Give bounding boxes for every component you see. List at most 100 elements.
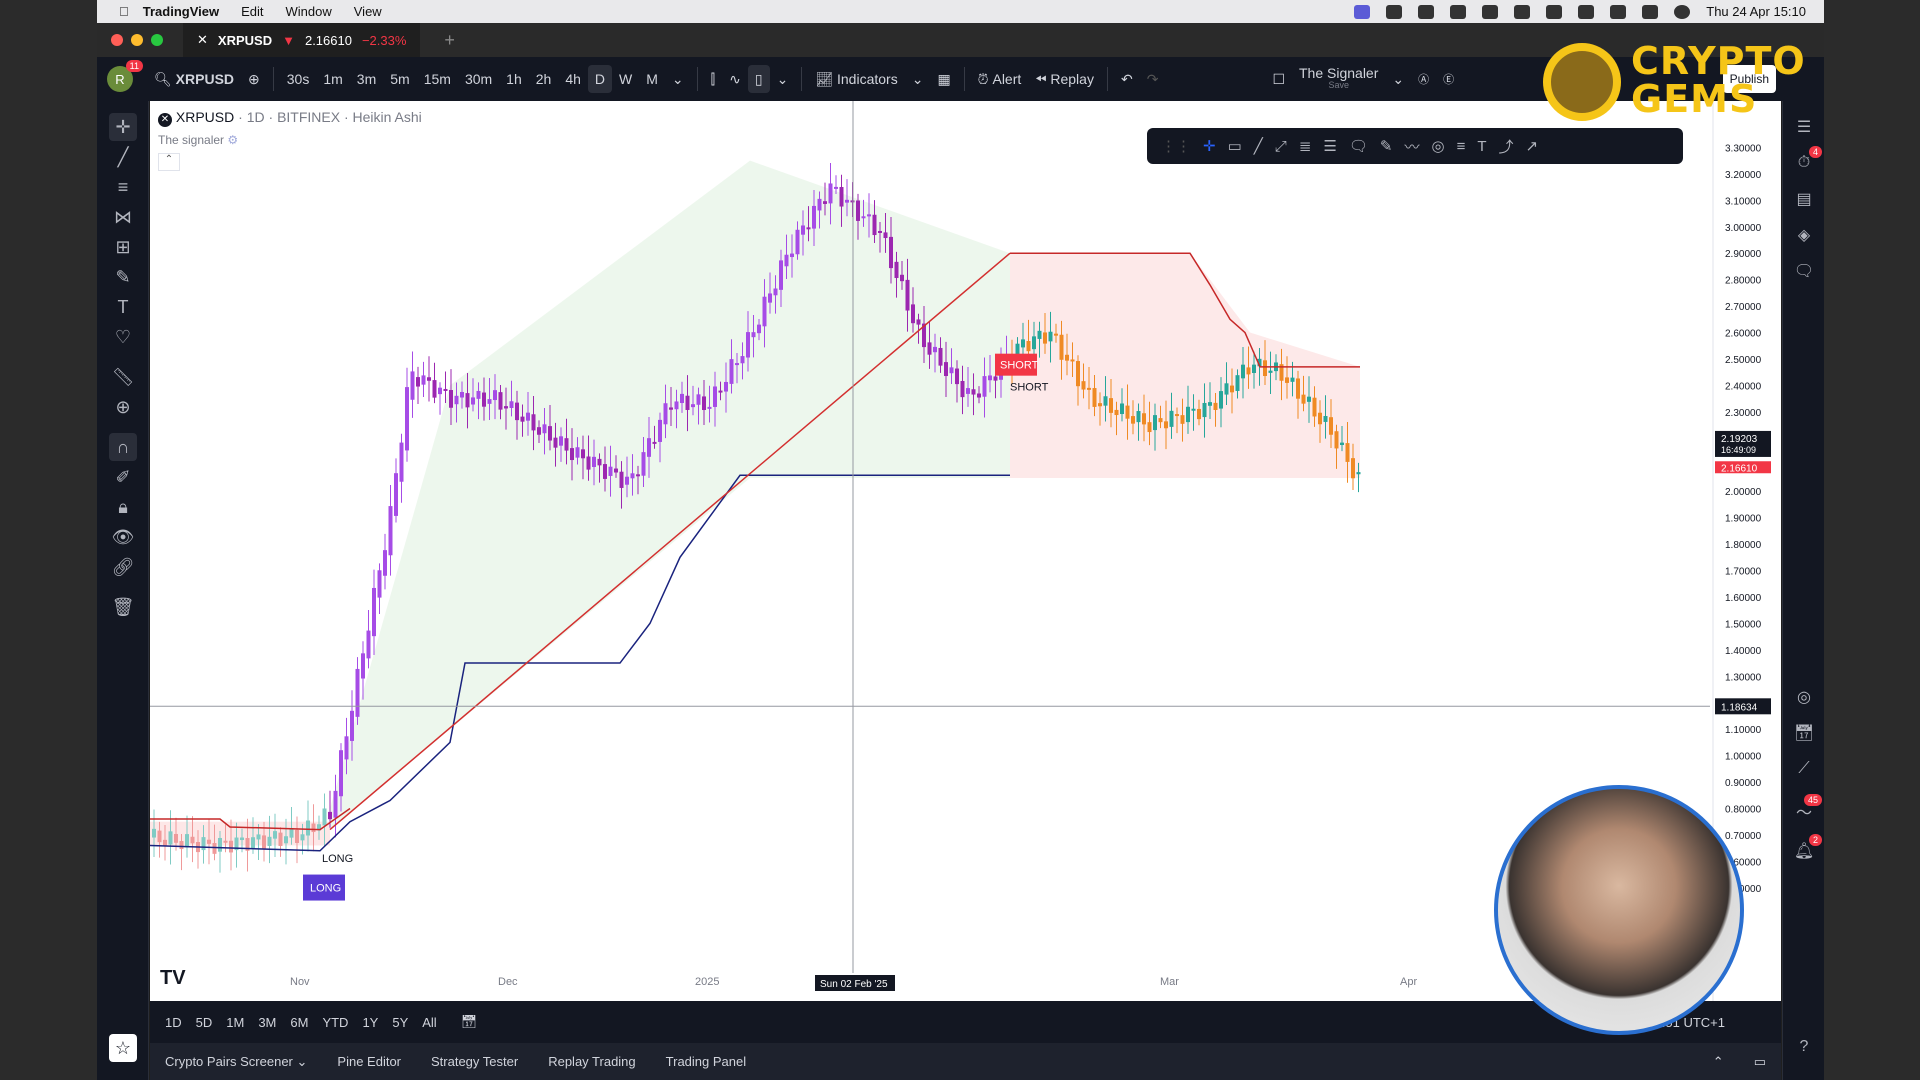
chat-icon[interactable]: 🗨︎	[1792, 259, 1816, 283]
line-chart-icon[interactable]: ∿	[722, 65, 748, 93]
calendar-icon[interactable]: 📅︎	[1792, 721, 1816, 745]
link-icon[interactable]: 🔗︎	[109, 553, 137, 581]
close-legend-icon[interactable]: ✕	[158, 113, 172, 127]
screen-share-icon[interactable]	[1354, 4, 1371, 19]
drag-handle-icon[interactable]: ⋮⋮	[1161, 137, 1191, 155]
volume-icon[interactable]	[1450, 4, 1467, 19]
chart-type-dropdown-icon[interactable]: ⌄	[770, 65, 796, 93]
callout-icon[interactable]: 🗨︎	[1349, 137, 1368, 155]
trendline-icon[interactable]: ╱	[109, 143, 137, 171]
control-center-icon[interactable]	[1642, 4, 1659, 19]
clock[interactable]: Thu 24 Apr 15:10	[1706, 4, 1806, 19]
interval-3m[interactable]: 3m	[350, 65, 383, 93]
interval-15m[interactable]: 15m	[417, 65, 458, 93]
layout-name-button[interactable]: The Signaler Save	[1292, 65, 1385, 93]
range-1m[interactable]: 1M	[219, 1015, 251, 1030]
range-6m[interactable]: 6M	[283, 1015, 315, 1030]
tab-trading-panel[interactable]: Trading Panel	[651, 1054, 761, 1069]
watchlist-star-icon[interactable]: ☆	[109, 1034, 137, 1062]
fib-retracement-icon[interactable]: ≡	[109, 173, 137, 201]
interval-d[interactable]: D	[587, 65, 613, 93]
symbol-search[interactable]: 🔍︎ XRPUSD	[147, 65, 241, 93]
rectangle-icon[interactable]: ▭	[1228, 137, 1242, 155]
bluetooth-icon[interactable]	[1514, 4, 1531, 19]
circle-icon[interactable]: ◎	[1431, 137, 1444, 155]
replay-button[interactable]: ⏪︎ Replay	[1028, 65, 1101, 93]
battery-icon[interactable]	[1546, 4, 1563, 19]
interval-dropdown-icon[interactable]: ⌄	[665, 65, 691, 93]
alert-button[interactable]: ⏰︎ Alert	[971, 65, 1029, 93]
redo-icon[interactable]: ↷	[1140, 65, 1166, 93]
interval-w[interactable]: W	[612, 65, 639, 93]
interval-2h[interactable]: 2h	[529, 65, 559, 93]
bar-style-icon[interactable]: ⫿	[704, 65, 722, 93]
zoom-in-icon[interactable]: ⊕	[109, 393, 137, 421]
prediction-icon[interactable]: ⊞	[109, 233, 137, 261]
wifi-icon[interactable]	[1578, 4, 1595, 19]
indicator-settings-icon[interactable]: ⚙︎	[227, 133, 238, 147]
tab-xrpusd[interactable]: ✕ XRPUSD ▼ 2.16610 −2.33%	[183, 23, 421, 57]
creative-cloud-icon[interactable]	[1418, 4, 1435, 19]
alert-a-icon[interactable]: Ⓐ	[1411, 65, 1436, 93]
brush-icon[interactable]: ✎	[109, 263, 137, 291]
menu-view[interactable]: View	[354, 4, 382, 19]
interval-30m[interactable]: 30m	[458, 65, 499, 93]
collapse-legend-button[interactable]: ⌃	[158, 153, 180, 171]
range-5d[interactable]: 5D	[189, 1015, 220, 1030]
tab-pine-editor[interactable]: Pine Editor	[322, 1054, 416, 1069]
fib-icon[interactable]: ☰	[1323, 137, 1336, 155]
heart-icon[interactable]: ♡	[109, 323, 137, 351]
close-tab-icon[interactable]: ✕	[197, 32, 208, 48]
trash-icon[interactable]: 🗑︎	[109, 593, 137, 621]
arrow-icon[interactable]: ↗	[1526, 137, 1539, 155]
app-g-icon[interactable]	[1386, 4, 1403, 19]
magnet-icon[interactable]: ∩	[109, 433, 137, 461]
heikin-ashi-icon[interactable]: ▯	[747, 65, 770, 93]
moon-icon[interactable]	[1482, 4, 1499, 19]
interval-m[interactable]: M	[639, 65, 665, 93]
target-icon[interactable]: ◎	[1792, 685, 1816, 709]
indicators-dropdown-icon[interactable]: ⌄	[905, 65, 931, 93]
ruler-icon[interactable]: 📏︎	[109, 363, 137, 391]
notification-bell-icon[interactable]: 🔔︎ 2	[1792, 834, 1822, 863]
stream-icon[interactable]: 〜 45	[1792, 794, 1822, 823]
compare-add-icon[interactable]: ⊕	[241, 65, 267, 93]
legend-symbol[interactable]: XRPUSD	[176, 109, 234, 125]
interval-30s[interactable]: 30s	[280, 65, 317, 93]
menu-app-name[interactable]: TradingView	[143, 4, 219, 19]
zoom-window-button[interactable]	[151, 34, 163, 46]
interval-1h[interactable]: 1h	[499, 65, 529, 93]
lines-icon[interactable]: ≡	[1457, 138, 1466, 155]
layout-dropdown-icon[interactable]: ⌄	[1385, 65, 1411, 93]
lock-icon[interactable]: 🔒︎	[109, 493, 137, 521]
crosshair-icon[interactable]: ✛	[109, 113, 137, 141]
range-1y[interactable]: 1Y	[355, 1015, 385, 1030]
minimize-window-button[interactable]	[131, 34, 143, 46]
tab-replay-trading[interactable]: Replay Trading	[533, 1054, 650, 1069]
stay-in-drawing-icon[interactable]: ✐	[109, 463, 137, 491]
range-ytd[interactable]: YTD	[315, 1015, 355, 1030]
layouts-grid-icon[interactable]: ▦	[930, 65, 957, 93]
search-icon[interactable]	[1610, 4, 1627, 19]
goto-date-icon[interactable]: 📅︎	[454, 1014, 485, 1030]
menu-edit[interactable]: Edit	[241, 4, 263, 19]
close-window-button[interactable]	[111, 34, 123, 46]
crosshair-icon[interactable]: ✛	[1203, 137, 1216, 155]
curve-icon[interactable]: ⤴	[1499, 136, 1514, 157]
layers-icon[interactable]: ◈	[1792, 223, 1816, 247]
apple-icon[interactable]: 	[119, 4, 129, 19]
collapse-panel-icon[interactable]: ⌃	[1698, 1054, 1739, 1070]
brush-icon[interactable]: ✎	[1380, 137, 1393, 155]
chart-tool-icon[interactable]: ⟋	[1792, 757, 1816, 781]
tab-strategy-tester[interactable]: Strategy Tester	[416, 1054, 533, 1069]
pattern-icon[interactable]: ⋈	[109, 203, 137, 231]
range-3m[interactable]: 3M	[251, 1015, 283, 1030]
menu-window[interactable]: Window	[286, 4, 332, 19]
help-icon[interactable]: ?	[1792, 1035, 1816, 1059]
interval-5m[interactable]: 5m	[383, 65, 416, 93]
range-all[interactable]: All	[415, 1015, 443, 1030]
text-icon[interactable]: T	[109, 293, 137, 321]
range-1d[interactable]: 1D	[158, 1015, 189, 1030]
news-icon[interactable]: ▤	[1792, 187, 1816, 211]
new-tab-icon[interactable]: +	[444, 30, 455, 51]
